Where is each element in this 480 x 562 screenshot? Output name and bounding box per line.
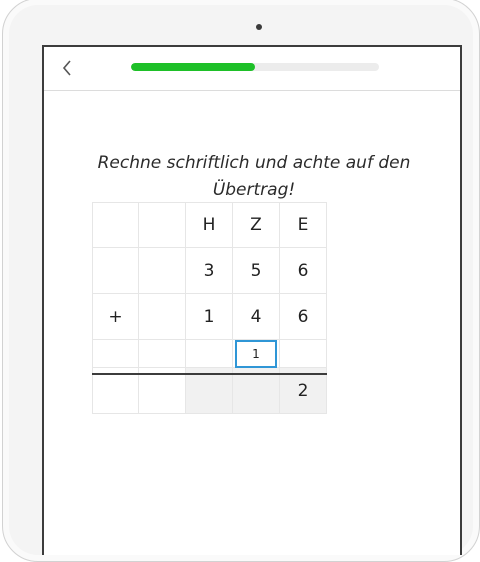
grid-cell bbox=[139, 248, 186, 294]
digit-cell: 6 bbox=[280, 294, 327, 340]
chevron-left-icon bbox=[62, 60, 71, 76]
carry-cell[interactable] bbox=[186, 340, 233, 368]
grid-cell bbox=[92, 248, 139, 294]
carry-input-tens[interactable]: 1 bbox=[235, 339, 277, 368]
column-label-hundreds: H bbox=[186, 202, 233, 248]
digit-cell: 3 bbox=[186, 248, 233, 294]
back-button[interactable] bbox=[56, 55, 78, 81]
digit-cell: 4 bbox=[233, 294, 280, 340]
carry-cell: 1 bbox=[233, 339, 280, 368]
digit-cell: 6 bbox=[280, 248, 327, 294]
sum-line bbox=[92, 373, 327, 375]
task-instruction: Rechne schriftlich und achte auf den Übe… bbox=[97, 153, 411, 200]
carry-cell bbox=[92, 340, 139, 368]
progress-bar bbox=[131, 63, 379, 71]
digit-cell: 5 bbox=[233, 248, 280, 294]
grid-cell bbox=[92, 202, 139, 248]
addition-grid: H Z E 3 5 6 + 1 4 6 1 2 bbox=[92, 202, 327, 414]
carry-cell bbox=[139, 340, 186, 368]
column-label-ones: E bbox=[280, 202, 327, 248]
top-bar bbox=[44, 47, 460, 91]
grid-cell bbox=[139, 294, 186, 340]
digit-cell: 1 bbox=[186, 294, 233, 340]
column-label-tens: Z bbox=[233, 202, 280, 248]
camera-dot bbox=[256, 24, 262, 30]
plus-sign: + bbox=[92, 294, 139, 340]
carry-cell[interactable] bbox=[280, 340, 327, 368]
progress-fill bbox=[131, 63, 255, 71]
grid-cell bbox=[139, 202, 186, 248]
